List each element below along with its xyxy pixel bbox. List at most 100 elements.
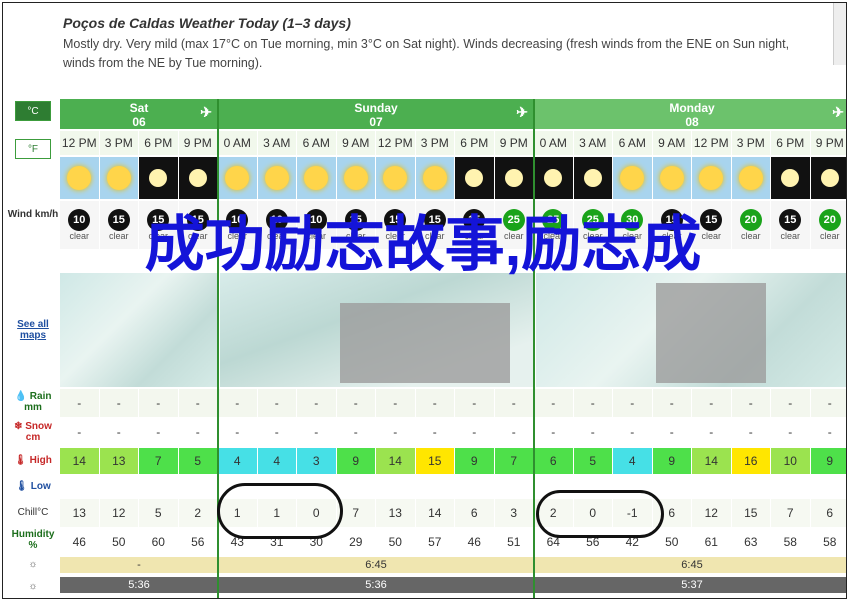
sunset-sat: 5:36 (60, 577, 218, 593)
pin-icon[interactable]: ✈ (200, 105, 212, 119)
pin-icon[interactable]: ✈ (516, 105, 528, 119)
snow-cell: - (179, 419, 218, 445)
humidity-cell: 29 (337, 529, 376, 555)
sky-cell (731, 157, 771, 199)
snow-cell: - (258, 419, 297, 445)
weather-map-2[interactable] (220, 273, 534, 387)
sun-icon (225, 166, 250, 190)
see-all-maps-link[interactable]: See all maps (7, 319, 59, 341)
hand-drawn-circle (536, 490, 664, 538)
sky-cell (573, 157, 613, 199)
chill-cell: 2 (179, 499, 218, 527)
humidity-cell: 58 (811, 529, 847, 555)
humidity-row: 46 50 60 56 43 31 30 29 50 57 46 51 64 56 42 50 61 63 58 58 (60, 529, 847, 555)
low-cell (60, 476, 100, 498)
rain-cell: - (653, 389, 692, 417)
humidity-cell: 61 (692, 529, 732, 555)
sun-icon (264, 166, 289, 190)
day-separator (533, 99, 535, 598)
rain-cell: - (811, 389, 847, 417)
sunrise-sat: - (60, 557, 218, 573)
low-cell (455, 476, 495, 498)
snow-cell: - (60, 419, 100, 445)
sky-cell (652, 157, 692, 199)
weather-map-1[interactable] (60, 273, 218, 387)
sun-icon (738, 166, 763, 190)
sky-cell (376, 157, 416, 199)
chill-label: Chill°C (17, 507, 49, 518)
snow-cell: - (811, 419, 847, 445)
rain-icon: 💧 (14, 391, 27, 402)
humidity-cell: 50 (100, 529, 139, 555)
rain-cell: - (179, 389, 218, 417)
sky-cell (534, 157, 574, 199)
sky-cell (771, 157, 811, 199)
time-cell: 3 AM (258, 131, 297, 155)
snow-cell: - (613, 419, 653, 445)
rain-cell: - (258, 389, 297, 417)
rain-cell: - (100, 389, 139, 417)
moon-icon (188, 169, 207, 187)
sun-icon (659, 166, 684, 190)
forecast-header: Poços de Caldas Weather Today (1–3 days)… (63, 15, 843, 73)
snow-cell: - (732, 419, 771, 445)
high-cell: 15 (415, 448, 455, 474)
snow-cell: - (337, 419, 376, 445)
cloud-cover-overlay (656, 283, 766, 383)
humidity-cell: 63 (732, 529, 771, 555)
snow-cell: - (376, 419, 416, 445)
rain-cell: - (297, 389, 337, 417)
day-name: Monday (669, 101, 715, 115)
low-cell (139, 476, 179, 498)
time-cell: 6 PM (139, 131, 179, 155)
fahrenheit-button[interactable]: °F (15, 139, 51, 159)
sky-row (60, 157, 846, 199)
rain-cell: - (376, 389, 416, 417)
description-line-2: winds from the NE by Tue morning). (63, 56, 263, 70)
celsius-button[interactable]: °C (15, 101, 51, 121)
moon-icon (465, 169, 484, 187)
snow-cell: - (455, 419, 495, 445)
chill-cell: 3 (495, 499, 534, 527)
snow-cell: - (653, 419, 692, 445)
chill-cell: 12 (692, 499, 732, 527)
sky-cell (336, 157, 376, 199)
weather-map-3[interactable] (536, 273, 846, 387)
rain-cell: - (613, 389, 653, 417)
time-cell: 9 AM (653, 131, 692, 155)
snow-cell: - (100, 419, 139, 445)
sun-icon (383, 166, 408, 190)
time-cell: 3 PM (100, 131, 139, 155)
sky-cell (99, 157, 139, 199)
sun-icon (106, 166, 131, 190)
rain-cell: - (337, 389, 376, 417)
rain-cell: - (495, 389, 534, 417)
chill-cell: 14 (416, 499, 455, 527)
high-row: 14 13 7 5 4 4 3 9 14 15 9 7 6 5 4 9 14 16 10 9 (60, 448, 846, 474)
sunrise-icon: ☼ (28, 559, 38, 570)
sky-cell (692, 157, 732, 199)
high-cell: 14 (60, 448, 100, 474)
high-cell: 9 (336, 448, 376, 474)
sunrise-monday: 6:45 (534, 557, 846, 573)
sky-cell (178, 157, 218, 199)
rain-label: 💧 Rain mm (7, 391, 59, 413)
high-cell: 3 (297, 448, 337, 474)
sun-icon (620, 166, 645, 190)
day-separator (217, 99, 219, 598)
time-cell: 9 AM (337, 131, 376, 155)
pin-icon[interactable]: ✈ (832, 105, 844, 119)
chill-cell: 5 (139, 499, 179, 527)
snow-cell: - (495, 419, 534, 445)
day-header-sat: Sat 06 ✈ (60, 99, 218, 129)
rain-cell: - (60, 389, 100, 417)
time-cell: 3 PM (732, 131, 771, 155)
sky-cell (415, 157, 455, 199)
sky-cell (494, 157, 534, 199)
humidity-cell: 51 (495, 529, 534, 555)
time-cell: 0 AM (534, 131, 574, 155)
forecast-description: Mostly dry. Very mild (max 17°C on Tue m… (63, 35, 843, 73)
sky-cell (139, 157, 179, 199)
high-cell: 4 (613, 448, 653, 474)
high-cell: 13 (99, 448, 139, 474)
